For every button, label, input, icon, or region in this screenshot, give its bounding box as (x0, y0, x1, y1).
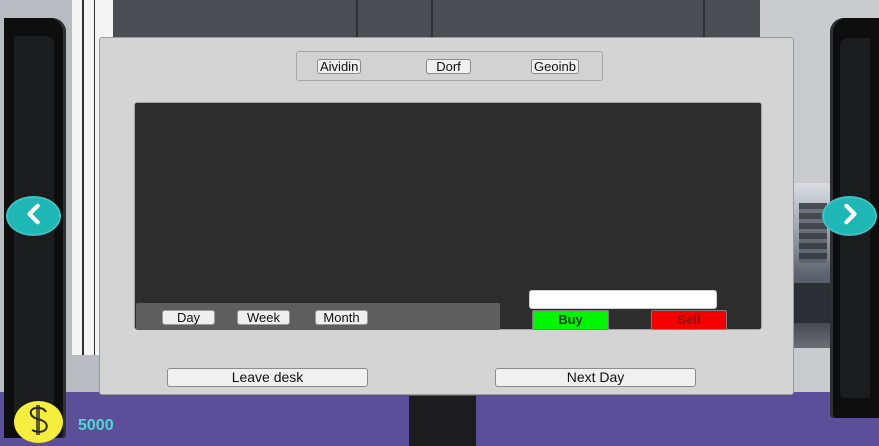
asset-button-dorf[interactable]: Dorf (426, 59, 471, 74)
range-month-button[interactable]: Month (315, 310, 368, 325)
sell-button[interactable]: Sell (651, 310, 727, 330)
asset-selector: Aividin Dorf Geoinb (296, 51, 603, 81)
cabinet-seam (356, 0, 358, 40)
leave-desk-button[interactable]: Leave desk (167, 368, 368, 387)
range-day-button[interactable]: Day (162, 310, 215, 325)
buy-button[interactable]: Buy (532, 310, 609, 330)
asset-button-geoinb[interactable]: Geoinb (531, 59, 579, 74)
range-week-button[interactable]: Week (237, 310, 290, 325)
time-range-bar: Day Week Month (136, 303, 500, 330)
trading-panel: Aividin Dorf Geoinb Day Week Month Buy S… (99, 37, 794, 395)
chevron-right-icon (839, 203, 861, 230)
next-view-button[interactable] (822, 196, 877, 236)
asset-button-aividin[interactable]: Aividin (317, 59, 362, 74)
chevron-left-icon (23, 203, 45, 230)
next-day-button[interactable]: Next Day (495, 368, 696, 387)
cabinet-seam (431, 0, 433, 40)
upper-cabinet (113, 0, 763, 40)
previous-view-button[interactable] (6, 196, 61, 236)
desk-leg (409, 396, 476, 446)
dollar-icon (24, 403, 54, 442)
quantity-input[interactable] (529, 290, 717, 309)
cabinet-seam (703, 0, 705, 40)
money-amount: 5000 (78, 417, 114, 434)
price-chart: Day Week Month Buy Sell (134, 102, 762, 330)
money-coin (14, 401, 63, 443)
